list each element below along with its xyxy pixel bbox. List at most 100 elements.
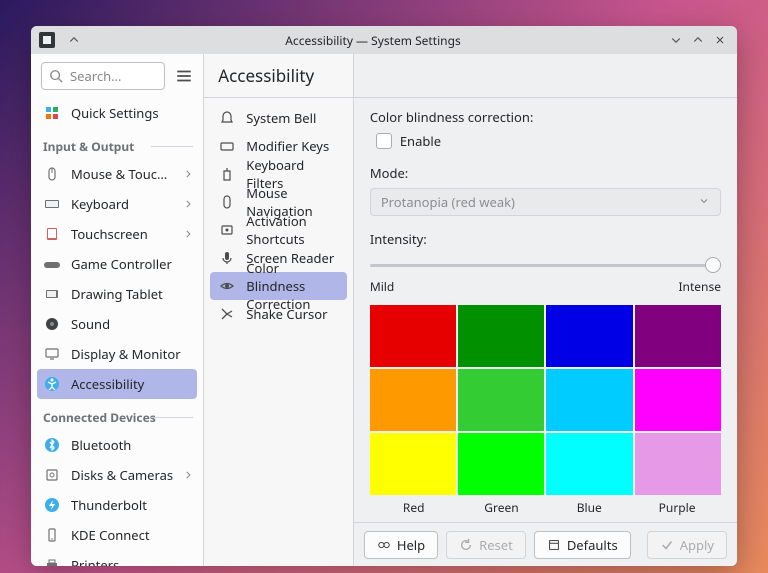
subnav-item-shake-cursor[interactable]: Shake Cursor [210, 300, 347, 328]
modifier-icon [218, 137, 236, 155]
sidebar-item-sound[interactable]: Sound [31, 309, 203, 339]
display-icon [43, 345, 61, 363]
swatch-label: Blue [545, 499, 633, 516]
bell-icon [218, 109, 236, 127]
pin-icon[interactable] [65, 31, 83, 49]
sidebar-item-quick-settings[interactable]: Quick Settings [31, 98, 203, 128]
intensity-slider[interactable] [370, 254, 721, 276]
maximize-icon[interactable] [689, 31, 707, 49]
mode-combo[interactable]: Protanopia (red weak) [370, 188, 721, 216]
mouse-icon [43, 165, 61, 183]
sidebar-item-keyboard[interactable]: Keyboard [31, 189, 203, 219]
sidebar-item-label: Accessibility [71, 375, 193, 393]
sidebar-item-disks-cameras[interactable]: Disks & Cameras [31, 460, 203, 490]
search-icon [49, 69, 63, 87]
defaults-button[interactable]: Defaults [534, 531, 631, 559]
swatch-label: Green [458, 499, 546, 516]
sidebar-item-game-controller[interactable]: Game Controller [31, 249, 203, 279]
touchscreen-icon [43, 225, 61, 243]
sidebar-item-label: Touchscreen [71, 225, 173, 243]
sidebar-item-label: Display & Monitor [71, 345, 193, 363]
sidebar-item-label: Game Controller [71, 255, 193, 273]
subnav-item-label: Modifier Keys [246, 137, 329, 155]
filter-icon [218, 165, 236, 183]
keyboard-icon [43, 195, 61, 213]
enable-label: Enable [400, 132, 441, 150]
subnav-item-system-bell[interactable]: System Bell [210, 104, 347, 132]
color-swatch-grid [370, 305, 721, 495]
sidebar-item-bluetooth[interactable]: Bluetooth [31, 430, 203, 460]
mild-label: Mild [370, 278, 394, 295]
window-title: Accessibility — System Settings [83, 32, 663, 49]
help-button[interactable]: Help [364, 531, 438, 559]
bluetooth-icon [43, 436, 61, 454]
sidebar-group-header: Connected Devices [31, 399, 203, 430]
intensity-label: Intensity: [370, 230, 721, 248]
sidebar-item-label: Bluetooth [71, 436, 193, 454]
settings-window: Accessibility — System Settings Quick Se… [31, 26, 737, 566]
color-swatch [370, 433, 456, 495]
swatch-label: Red [370, 499, 458, 516]
chevron-down-icon [698, 193, 710, 211]
color-swatch [635, 305, 721, 367]
color-swatch [370, 369, 456, 431]
sidebar-item-touchscreen[interactable]: Touchscreen [31, 219, 203, 249]
chevron-right-icon [183, 225, 193, 243]
sidebar-item-mouse-touchpad[interactable]: Mouse & Touchpad [31, 159, 203, 189]
chevron-right-icon [183, 165, 193, 183]
mic-icon [218, 249, 236, 267]
main-panel: Color blindness correction: Enable Mode:… [354, 54, 737, 566]
subnav-item-label: Shake Cursor [246, 305, 327, 323]
sidebar-item-label: Drawing Tablet [71, 285, 193, 303]
menu-button[interactable] [173, 65, 195, 87]
button-bar: Help Reset Defaults Apply [354, 522, 737, 566]
sidebar-item-label: Sound [71, 315, 193, 333]
color-swatch [458, 305, 544, 367]
sidebar-item-label: Quick Settings [71, 104, 193, 122]
sidebar-item-label: Mouse & Touchpad [71, 165, 173, 183]
subnav-title: Accessibility [204, 54, 353, 98]
sidebar: Quick Settings Input & Output Mouse & Touc… [31, 54, 204, 566]
chevron-right-icon [183, 466, 193, 484]
titlebar: Accessibility — System Settings [31, 26, 737, 54]
mousenav-icon [218, 193, 236, 211]
sidebar-item-label: Thunderbolt [71, 496, 193, 514]
color-swatch [635, 369, 721, 431]
swatch-label: Purple [633, 499, 721, 516]
subnav-item-activation-shortcuts[interactable]: Activation Shortcuts [210, 216, 347, 244]
sidebar-item-label: Disks & Cameras [71, 466, 173, 484]
sidebar-item-label: KDE Connect [71, 526, 193, 544]
color-swatch [370, 305, 456, 367]
close-icon[interactable] [711, 31, 729, 49]
eye-icon [218, 277, 236, 295]
sidebar-item-display-monitor[interactable]: Display & Monitor [31, 339, 203, 369]
reset-button: Reset [446, 531, 526, 559]
slider-thumb[interactable] [705, 257, 721, 273]
kdeconnect-icon [43, 526, 61, 544]
sidebar-item-kde-connect[interactable]: KDE Connect [31, 520, 203, 550]
color-swatch [635, 433, 721, 495]
enable-checkbox[interactable] [376, 133, 392, 149]
sidebar-item-drawing-tablet[interactable]: Drawing Tablet [31, 279, 203, 309]
color-swatch [546, 305, 632, 367]
sidebar-item-thunderbolt[interactable]: Thunderbolt [31, 490, 203, 520]
app-icon [39, 32, 55, 48]
sidebar-item-printers[interactable]: Printers [31, 550, 203, 566]
color-swatch [458, 433, 544, 495]
sidebar-item-label: Keyboard [71, 195, 173, 213]
printer-icon [43, 556, 61, 566]
color-swatch [546, 433, 632, 495]
sidebar-item-accessibility[interactable]: Accessibility [37, 369, 197, 399]
thunderbolt-icon [43, 496, 61, 514]
gamepad-icon [43, 255, 61, 273]
color-swatch [458, 369, 544, 431]
subnav-item-color-blindness-correction[interactable]: Color Blindness Correction [210, 272, 347, 300]
sidebar-group-header: Input & Output [31, 128, 203, 159]
correction-label: Color blindness correction: [370, 108, 721, 126]
minimize-icon[interactable] [667, 31, 685, 49]
intense-label: Intense [678, 278, 721, 295]
shortcut-icon [218, 221, 236, 239]
subnav: Accessibility System BellModifier KeysKe… [204, 54, 354, 566]
mode-value: Protanopia (red weak) [381, 193, 515, 211]
subnav-item-label: Activation Shortcuts [246, 212, 339, 248]
